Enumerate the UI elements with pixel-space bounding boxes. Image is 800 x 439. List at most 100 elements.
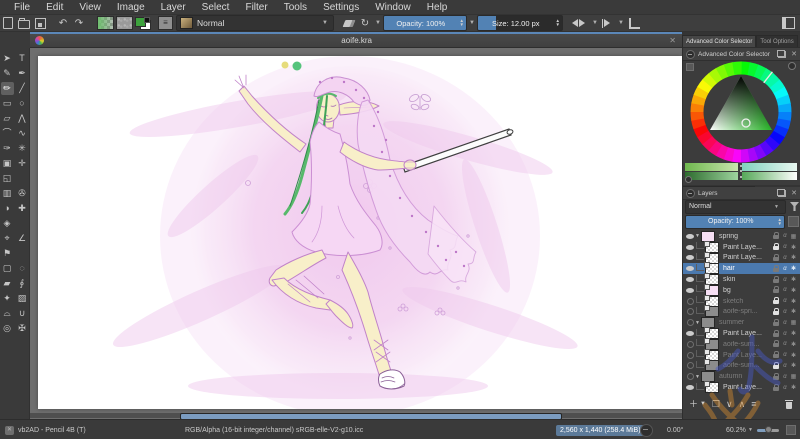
layer-visibility-icon[interactable] bbox=[687, 362, 694, 369]
group-expander-icon[interactable]: ▼ bbox=[695, 233, 700, 239]
layer-properties-icon[interactable]: ✱ bbox=[789, 362, 798, 369]
brush-blending-dropdown[interactable]: Normal ▼ bbox=[176, 15, 334, 31]
layer-lock-icon[interactable] bbox=[773, 300, 779, 304]
layer-visibility-icon[interactable] bbox=[686, 266, 694, 271]
tool-elliptical-select[interactable]: ◌ bbox=[16, 262, 29, 275]
chevron-down-icon[interactable]: ▼ bbox=[617, 16, 625, 30]
tool-freehand-select[interactable]: ∮ bbox=[16, 277, 29, 290]
tab-advanced-color-selector[interactable]: Advanced Color Selector bbox=[682, 35, 756, 47]
shade-strip[interactable] bbox=[742, 163, 797, 171]
tool-reference-images[interactable]: ⚑ bbox=[1, 247, 14, 260]
layer-properties-icon[interactable]: ✱ bbox=[789, 276, 798, 283]
layer-visibility-icon[interactable] bbox=[686, 331, 694, 336]
layer-name[interactable]: Paint Laye... bbox=[723, 384, 773, 391]
inherit-alpha-icon[interactable]: α bbox=[781, 374, 789, 380]
layer-name[interactable]: hair bbox=[723, 265, 773, 272]
layer-name[interactable]: aoife-sum... bbox=[723, 362, 773, 369]
layer-name[interactable]: bg bbox=[723, 287, 773, 294]
blend-mode-dropdown[interactable]: Normal ▼ bbox=[685, 200, 786, 214]
inherit-alpha-icon[interactable]: α bbox=[781, 385, 789, 391]
chevron-down-icon[interactable]: ▼ bbox=[591, 16, 599, 30]
layer-lock-icon[interactable] bbox=[773, 279, 779, 283]
passthrough-icon[interactable]: ▦ bbox=[789, 373, 798, 380]
layer-row-paint-laye[interactable]: Paint Laye...α✱ bbox=[683, 328, 800, 339]
open-image-icon[interactable] bbox=[17, 16, 31, 30]
inherit-alpha-icon[interactable]: α bbox=[781, 233, 789, 239]
layer-properties-button[interactable]: ≡ bbox=[751, 397, 756, 411]
menu-settings[interactable]: Settings bbox=[315, 2, 367, 13]
layer-lock-icon[interactable] bbox=[773, 257, 779, 261]
tool-zoom[interactable]: ◎ bbox=[1, 322, 14, 335]
canvas-area[interactable] bbox=[30, 48, 682, 419]
inherit-alpha-icon[interactable]: α bbox=[781, 244, 789, 250]
add-layer-button[interactable]: ＋ bbox=[689, 397, 698, 411]
layer-visibility-icon[interactable] bbox=[686, 255, 694, 260]
foreground-background-colors[interactable] bbox=[135, 16, 151, 30]
shade-strip[interactable] bbox=[685, 172, 738, 180]
layer-lock-icon[interactable] bbox=[773, 311, 779, 315]
close-icon[interactable]: ✕ bbox=[791, 189, 797, 197]
layer-thumbnail[interactable] bbox=[705, 382, 719, 393]
brush-editor-button[interactable]: ≡ bbox=[158, 16, 173, 30]
layer-properties-icon[interactable]: ✱ bbox=[789, 287, 798, 294]
tool-freehand-brush[interactable]: ✏ bbox=[1, 82, 14, 95]
chevron-down-icon[interactable]: ▼ bbox=[374, 16, 382, 30]
layer-lock-icon[interactable] bbox=[773, 365, 779, 369]
layer-lock-icon[interactable] bbox=[773, 376, 779, 380]
mirror-horizontal-icon[interactable] bbox=[568, 16, 589, 30]
zoom-slider[interactable] bbox=[757, 420, 779, 439]
menu-help[interactable]: Help bbox=[419, 2, 456, 13]
menu-select[interactable]: Select bbox=[194, 2, 238, 13]
tool-fill[interactable]: ◈ bbox=[1, 217, 14, 230]
layer-name[interactable]: Paint Laye... bbox=[723, 254, 773, 261]
layer-lock-icon[interactable] bbox=[773, 354, 779, 358]
layer-visibility-icon[interactable] bbox=[687, 298, 694, 305]
layer-name[interactable]: Paint Laye... bbox=[723, 330, 773, 337]
inherit-alpha-icon[interactable]: α bbox=[781, 277, 789, 283]
layer-row-sketch[interactable]: sketchα✱ bbox=[683, 296, 800, 307]
tool-move[interactable]: ✛ bbox=[16, 157, 29, 170]
tool-freehand-path[interactable]: ∿ bbox=[16, 127, 29, 140]
layer-row-aoife-spri[interactable]: aoife-spri...α✱ bbox=[683, 307, 800, 318]
menu-layer[interactable]: Layer bbox=[153, 2, 194, 13]
tool-rectangular-select[interactable]: ▢ bbox=[1, 262, 14, 275]
layer-row-autumn[interactable]: ▼autumnα▦ bbox=[683, 371, 800, 382]
shade-selector-settings-icon[interactable] bbox=[685, 176, 692, 183]
new-document-icon[interactable] bbox=[1, 16, 15, 30]
docker-collapse-icon[interactable] bbox=[686, 50, 695, 59]
inherit-alpha-icon[interactable]: α bbox=[781, 255, 789, 261]
inherit-alpha-icon[interactable]: α bbox=[781, 352, 789, 358]
layer-opacity-slider[interactable]: Opacity: 100% ▲▼ bbox=[685, 215, 785, 229]
layer-row-aoife-sum[interactable]: aoife-sum...α✱ bbox=[683, 361, 800, 372]
tool-polygonal-select[interactable]: ▰ bbox=[1, 277, 14, 290]
layer-lock-icon[interactable] bbox=[773, 343, 779, 347]
tool-dynamic-brush[interactable]: ✑ bbox=[1, 142, 14, 155]
layer-row-paint-laye[interactable]: Paint Laye...α✱ bbox=[683, 350, 800, 361]
spinner-arrows-icon[interactable]: ▲▼ bbox=[776, 218, 784, 226]
float-docker-icon[interactable] bbox=[778, 190, 786, 197]
layer-visibility-icon[interactable] bbox=[687, 352, 694, 359]
layer-properties-icon[interactable]: ✱ bbox=[789, 308, 798, 315]
selection-indicator-icon[interactable] bbox=[640, 420, 653, 439]
layer-properties-icon[interactable]: ✱ bbox=[789, 265, 798, 272]
save-icon[interactable] bbox=[33, 16, 47, 30]
tool-measure[interactable]: ∠ bbox=[16, 232, 29, 245]
layer-row-aoife-sum[interactable]: aoife-sum...α✱ bbox=[683, 339, 800, 350]
wraparound-mode-icon[interactable] bbox=[627, 16, 641, 30]
tool-pan[interactable]: ✠ bbox=[16, 322, 29, 335]
menu-filter[interactable]: Filter bbox=[237, 2, 275, 13]
redo-icon[interactable]: ↷ bbox=[72, 16, 86, 30]
layer-row-hair[interactable]: hairα✱ bbox=[683, 263, 800, 274]
menu-window[interactable]: Window bbox=[367, 2, 419, 13]
layer-row-paint-laye[interactable]: Paint Laye...α✱ bbox=[683, 242, 800, 253]
chevron-down-icon[interactable]: ▼ bbox=[748, 420, 753, 439]
workspace-chooser-button[interactable] bbox=[782, 16, 799, 30]
reload-preset-icon[interactable]: ↻ bbox=[358, 16, 372, 30]
inherit-alpha-icon[interactable]: α bbox=[781, 287, 789, 293]
inherit-alpha-icon[interactable]: α bbox=[781, 309, 789, 315]
tool-gradient[interactable]: ▥ bbox=[1, 187, 14, 200]
tool-colorize-mask[interactable]: ◑ bbox=[1, 202, 14, 215]
tool-text[interactable]: T bbox=[16, 52, 29, 65]
layer-properties-icon[interactable]: ✱ bbox=[789, 244, 798, 251]
close-icon[interactable]: ✕ bbox=[791, 50, 797, 58]
